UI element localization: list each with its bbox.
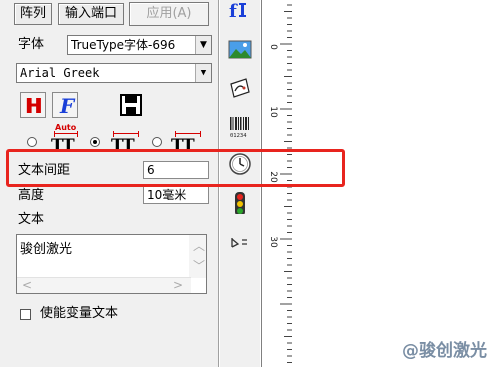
font-name-select[interactable]: Arial Greek ▼ xyxy=(16,63,212,83)
chevron-up-icon[interactable]: ︿ xyxy=(193,237,205,254)
horizontal-scrollbar[interactable]: < > xyxy=(17,277,191,293)
ruler-label: 0 xyxy=(268,44,278,50)
font-type-value: TrueType字体-696 xyxy=(71,38,176,52)
image-tool-icon[interactable] xyxy=(228,38,252,62)
chevron-left-icon[interactable]: < xyxy=(22,278,32,292)
watermark: @骏创激光 xyxy=(402,341,487,361)
italic-style-button[interactable]: F xyxy=(52,92,78,118)
spacing-width-radio[interactable] xyxy=(152,137,162,147)
spacing-auto-radio[interactable] xyxy=(27,137,37,147)
bold-h-icon: H xyxy=(25,94,42,118)
text-tool-icon[interactable]: f xyxy=(228,0,252,24)
spacing-fixed-radio[interactable] xyxy=(90,137,100,147)
text-content-area[interactable]: 骏创激光 ︿ ﹀ < > xyxy=(16,234,207,294)
chevron-down-icon[interactable]: ▼ xyxy=(195,64,211,82)
chevron-down-icon[interactable]: ▼ xyxy=(195,36,211,54)
vector-file-icon[interactable] xyxy=(228,76,252,100)
font-label: 字体 xyxy=(18,37,45,52)
enable-variable-checkbox[interactable] xyxy=(20,309,31,320)
svg-text:f: f xyxy=(229,1,238,22)
bold-style-button[interactable]: H xyxy=(20,92,46,118)
enable-variable-label: 使能变量文本 xyxy=(40,306,119,321)
save-style-button[interactable] xyxy=(118,92,144,118)
highlight-box xyxy=(6,149,345,187)
floppy-disk-icon xyxy=(120,94,142,116)
height-label: 高度 xyxy=(18,188,45,203)
chevron-down-icon[interactable]: ﹀ xyxy=(193,257,205,274)
apply-button[interactable]: 应用(A) xyxy=(129,2,209,26)
traffic-light-icon[interactable] xyxy=(228,190,252,214)
barcode-tool-icon[interactable]: 01234 xyxy=(228,114,252,138)
ruler-label: 10 xyxy=(268,106,278,118)
font-type-select[interactable]: TrueType字体-696 ▼ xyxy=(67,35,212,55)
ruler-label: 30 xyxy=(268,236,278,248)
height-input[interactable]: 10毫米 xyxy=(143,186,209,204)
array-button[interactable]: 阵列 xyxy=(14,3,52,25)
italic-f-icon: F xyxy=(60,94,75,118)
chevron-right-icon[interactable]: > xyxy=(173,278,183,292)
barcode-caption: 01234 xyxy=(230,133,247,138)
vertical-scrollbar[interactable]: ︿ ﹀ xyxy=(189,235,206,278)
serial-input-icon[interactable] xyxy=(228,232,252,256)
text-label: 文本 xyxy=(18,212,45,227)
font-name-value: Arial Greek xyxy=(20,66,100,80)
input-port-button[interactable]: 输入端口 xyxy=(58,3,124,25)
text-content: 骏创激光 xyxy=(20,242,73,257)
